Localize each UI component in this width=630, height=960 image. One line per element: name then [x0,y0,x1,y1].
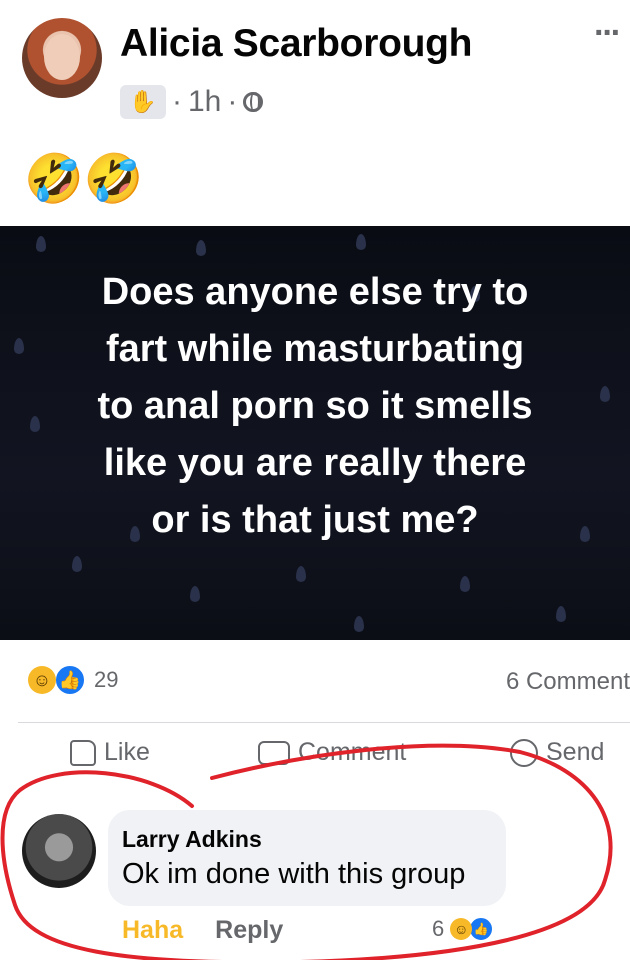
commenter-name[interactable]: Larry Adkins [122,826,262,853]
rain-drop [196,240,206,256]
send-label: Send [546,738,605,766]
comments-count[interactable]: 6 Comment [506,668,630,696]
waving-hand-icon: ✋ [120,85,166,119]
thumbs-up-icon [70,739,96,766]
rain-drop [36,236,46,252]
rain-drop [354,616,364,632]
globe-icon [243,92,264,112]
more-options-button[interactable]: ··· [594,14,622,53]
rain-drop [72,556,82,572]
comment-icon [258,740,290,765]
reaction-summary[interactable]: ☺ 👍 29 [28,664,118,696]
comment-actions: Haha Reply [122,916,283,945]
post-time[interactable]: 1h [188,85,221,119]
comment-label: Comment [298,738,407,766]
meta-separator: · [172,85,182,118]
rain-drop [356,234,366,250]
meta-separator: · [227,85,238,118]
like-label: Like [104,738,150,766]
avatar-face [44,34,80,80]
author-avatar[interactable] [22,18,102,98]
reaction-count: 29 [94,667,119,692]
comment-reaction-count: 6 [432,916,445,941]
haha-reaction-icon: ☺ [28,666,56,694]
comment-button[interactable]: Comment [258,738,406,767]
rain-drop [460,576,470,592]
post-text: 🤣🤣 [24,153,144,206]
post-meta: ✋ · 1h · [120,84,264,120]
like-button[interactable]: Like [70,738,150,767]
divider [18,722,630,723]
rain-drop [296,566,306,582]
comment-haha-button[interactable]: Haha [122,916,183,945]
commenter-avatar[interactable] [22,814,96,888]
author-name[interactable]: Alicia Scarborough [120,22,472,66]
comment-reply-button[interactable]: Reply [215,916,283,945]
like-reaction-icon: 👍 [54,664,86,696]
comment-text: Ok im done with this group [122,858,466,890]
like-reaction-icon: 👍 [468,916,495,942]
haha-reaction-icon: ☺ [450,918,473,940]
send-button[interactable]: Send [510,738,604,767]
post-image[interactable]: Does anyone else try to fart while mastu… [0,226,630,640]
image-caption: Does anyone else try to fart while mastu… [97,271,533,541]
action-bar: Like Comment Send [0,738,630,778]
rain-drop [556,606,566,622]
messenger-icon [510,738,538,767]
rain-drop [190,586,200,602]
comment-reactions[interactable]: 6 ☺ 👍 [432,916,495,942]
